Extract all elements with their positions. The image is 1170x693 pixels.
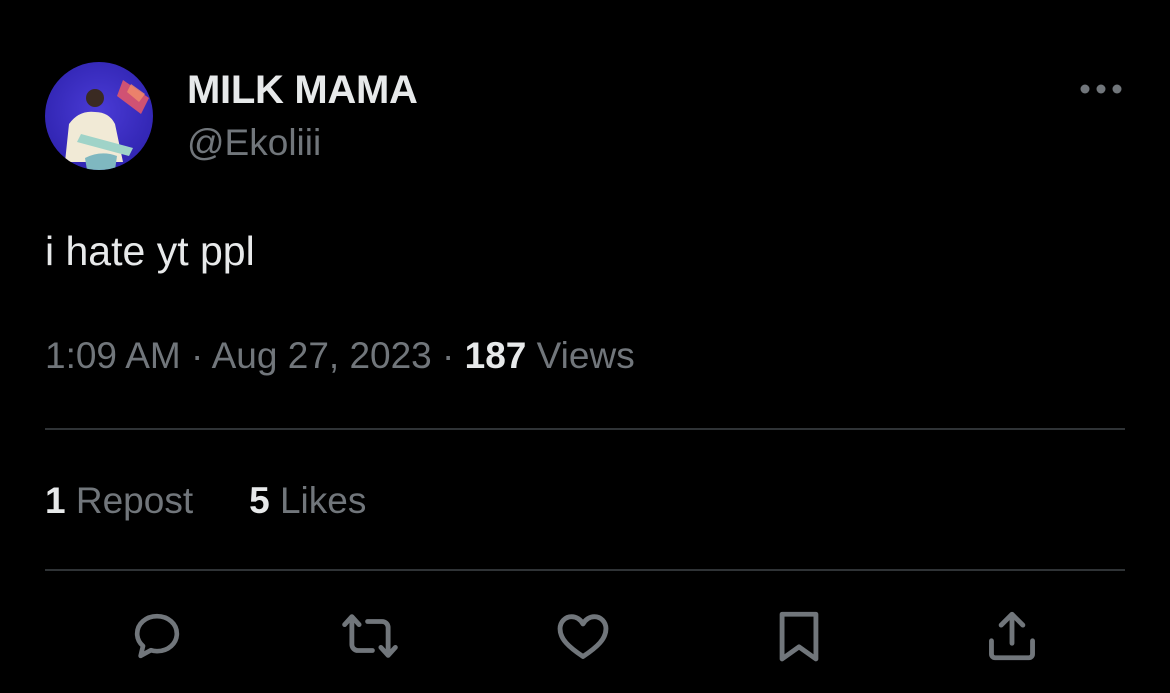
meta-separator: · xyxy=(191,335,204,376)
bookmark-button[interactable] xyxy=(769,606,829,666)
likes-label: Likes xyxy=(279,480,367,521)
likes-count: 5 xyxy=(249,480,270,521)
repost-button[interactable] xyxy=(340,606,400,666)
views-label: Views xyxy=(536,335,635,376)
tweet-time[interactable]: 1:09 AM xyxy=(45,335,181,376)
repost-icon xyxy=(342,614,398,658)
views-count: 187 xyxy=(464,335,527,376)
share-icon xyxy=(989,611,1035,661)
tweet-meta: 1:09 AM · Aug 27, 2023 · 187 Views xyxy=(45,335,635,377)
more-horizontal-icon xyxy=(1080,84,1122,94)
meta-separator: · xyxy=(442,335,455,376)
likes-stat[interactable]: 5 Likes xyxy=(249,480,366,522)
avatar-image xyxy=(45,62,153,170)
divider xyxy=(45,569,1125,571)
heart-icon xyxy=(557,614,609,659)
bookmark-icon xyxy=(779,611,819,662)
like-button[interactable] xyxy=(553,606,613,666)
reposts-label: Repost xyxy=(75,480,194,521)
share-button[interactable] xyxy=(982,606,1042,666)
reply-button[interactable] xyxy=(127,606,187,666)
reposts-count: 1 xyxy=(45,480,66,521)
engagement-stats: 1 Repost 5 Likes xyxy=(45,480,366,522)
more-options-button[interactable] xyxy=(1076,72,1126,106)
divider xyxy=(45,428,1125,430)
user-handle[interactable]: @Ekoliii xyxy=(187,122,321,164)
reposts-stat[interactable]: 1 Repost xyxy=(45,480,193,522)
reply-icon xyxy=(134,613,180,659)
tweet-text: i hate yt ppl xyxy=(45,228,255,274)
display-name[interactable]: MILK MAMA xyxy=(187,68,418,113)
tweet-date[interactable]: Aug 27, 2023 xyxy=(212,335,432,376)
avatar[interactable] xyxy=(45,62,153,170)
